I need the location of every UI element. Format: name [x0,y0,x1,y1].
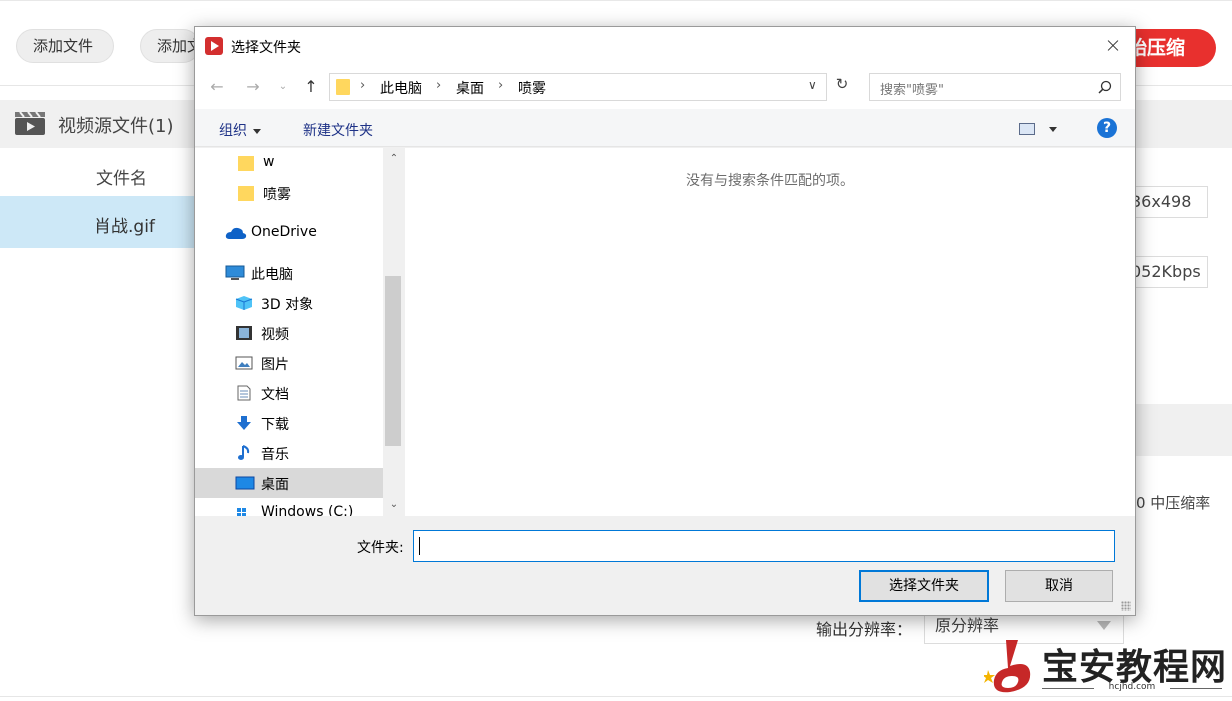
nav-item-videos[interactable]: 视频 [195,318,383,348]
nav-item-3d-objects[interactable]: 3D 对象 [195,288,383,318]
dialog-titlebar: 选择文件夹 [195,27,1135,65]
empty-results-message: 没有与搜索条件匹配的项。 [686,173,854,189]
navigation-scrollbar[interactable]: ⌃ ⌄ [383,148,405,516]
address-bar[interactable]: › 此电脑 › 桌面 › 喷雾 ∨ [329,73,827,101]
close-icon[interactable] [1089,27,1135,65]
caret-down-icon[interactable] [1049,127,1057,132]
nav-item-downloads[interactable]: 下载 [195,408,383,438]
nav-item-this-pc[interactable]: 此电脑 [195,258,383,288]
settings-section-band [1136,404,1232,456]
add-file-button[interactable]: 添加文件 [16,29,114,63]
organize-menu[interactable]: 组织 [219,120,261,140]
breadcrumb-this-pc[interactable]: 此电脑 [380,78,422,98]
scroll-down-icon[interactable]: ⌄ [383,496,405,514]
video-icon [236,326,252,340]
download-icon [237,416,251,430]
nav-item-label: 此电脑 [251,267,293,283]
search-placeholder: 搜索"喷雾" [880,83,944,98]
desktop-icon [235,476,255,490]
search-input[interactable]: 搜索"喷雾" [869,73,1121,101]
nav-item-label: 喷雾 [263,187,291,203]
nav-item-label: OneDrive [251,224,317,240]
caret-down-icon [253,128,261,134]
watermark-url: hcjhd.com [1042,682,1222,692]
folder-name-input[interactable] [413,530,1115,562]
dialog-title: 选择文件夹 [231,40,301,56]
command-bar: 组织 新建文件夹 ? [195,109,1135,147]
breadcrumb-current[interactable]: 喷雾 [518,78,546,98]
watermark: 宝安教程网 hcjhd.com [984,636,1232,698]
nav-item-desktop[interactable]: 桌面 [195,468,383,498]
folder-icon [336,79,350,95]
view-options-icon[interactable] [1019,123,1035,135]
picture-icon [235,356,253,370]
select-folder-dialog: 选择文件夹 ← → ⌄ ↑ › 此电脑 › 桌面 › 喷雾 ∨ ↻ 搜索"喷雾" [194,26,1136,616]
nav-item-onedrive[interactable]: OneDrive [195,218,383,248]
nav-item-label: 图片 [261,357,289,373]
folder-icon [238,186,254,201]
folder-field-label: 文件夹: [357,540,404,556]
nav-item-label: 桌面 [261,477,289,493]
breadcrumb-desktop[interactable]: 桌面 [456,78,484,98]
file-list-area[interactable]: 没有与搜索条件匹配的项。 [405,148,1135,516]
watermark-logo-icon [984,640,1031,693]
cancel-button[interactable]: 取消 [1005,570,1113,602]
folder-icon [238,156,254,171]
folder-name-field[interactable] [414,531,1114,561]
nav-item-music[interactable]: 音乐 [195,438,383,468]
recent-dropdown-icon[interactable]: ⌄ [273,77,293,97]
nav-item-label: 3D 对象 [261,297,314,313]
output-resolution-label: 输出分辨率： [816,620,913,639]
source-files-label: 视频源文件(1) [58,116,174,137]
new-folder-button[interactable]: 新建文件夹 [303,120,373,140]
help-icon[interactable]: ? [1097,118,1117,138]
drive-icon [237,508,246,516]
nav-item-windows-c[interactable]: Windows (C:) [195,498,383,516]
film-clapper-icon [15,111,45,135]
nav-item-label: 音乐 [261,447,289,463]
compression-ratio-option[interactable]: 0 中压缩率 [1136,492,1210,513]
add-folder-button[interactable]: 添加文 [140,29,200,63]
navigation-pane: w 喷雾 OneDrive 此电脑 3D 对象 视频 图片 文档 下载 音乐 桌… [195,148,405,516]
select-folder-button[interactable]: 选择文件夹 [859,570,989,602]
breadcrumb-separator: › [436,78,442,93]
breadcrumb-separator: › [498,78,504,93]
navigation-bar: ← → ⌄ ↑ › 此电脑 › 桌面 › 喷雾 ∨ ↻ 搜索"喷雾" [195,65,1135,109]
nav-item-label: Windows (C:) [261,504,354,516]
output-resolution-value: 原分辨率 [935,616,1000,635]
chevron-down-icon[interactable]: ∨ [808,78,817,92]
organize-label: 组织 [219,123,247,139]
file-name: 肖战.gif [94,217,155,237]
nav-item-label: 视频 [261,327,289,343]
nav-item-documents[interactable]: 文档 [195,378,383,408]
chevron-down-icon [1097,621,1111,630]
refresh-icon[interactable]: ↻ [831,75,853,97]
search-icon [1098,80,1112,94]
cloud-icon [225,227,247,239]
file-row[interactable]: 肖战.gif [0,196,200,248]
scroll-up-icon[interactable]: ⌃ [383,150,405,168]
nav-item-pictures[interactable]: 图片 [195,348,383,378]
nav-item-w[interactable]: w [195,148,383,178]
nav-item-spray[interactable]: 喷雾 [195,178,383,208]
cube-icon [235,296,253,310]
column-header-filename: 文件名 [96,169,147,189]
up-arrow-icon[interactable]: ↑ [301,77,321,97]
document-icon [237,385,251,401]
music-icon [238,445,250,460]
forward-arrow-icon[interactable]: → [243,77,263,97]
nav-item-label: 文档 [261,387,289,403]
nav-item-label: 下载 [261,417,289,433]
nav-item-label: w [263,154,275,170]
scrollbar-thumb[interactable] [385,276,401,446]
computer-icon [225,265,245,280]
text-cursor [419,537,420,555]
app-window: 添加文件 添加文 始压缩 视频源文件(1) 文件名 肖战.gif 36x498 … [0,0,1232,701]
breadcrumb-separator: › [360,78,366,93]
resize-grip-icon[interactable] [1121,601,1131,611]
app-logo-icon [205,37,223,55]
back-arrow-icon[interactable]: ← [207,77,227,97]
